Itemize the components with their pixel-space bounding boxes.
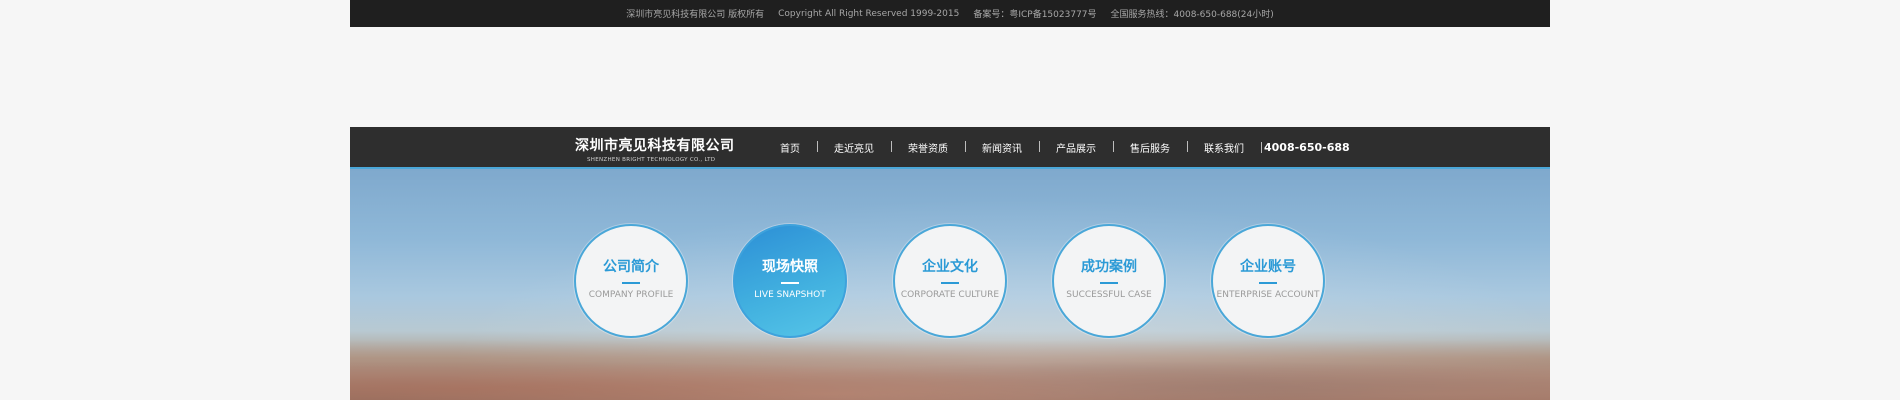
circle-subtitle: LIVE SNAPSHOT <box>754 290 826 300</box>
footer-bar: 深圳市亮见科技有限公司 版权所有 Copyright All Right Res… <box>350 0 1550 27</box>
circle-corporate-culture[interactable]: 企业文化 CORPORATE CULTURE <box>893 224 1007 338</box>
copyright-en: Copyright All Right Reserved 1999-2015 <box>778 8 960 19</box>
circle-company-profile[interactable]: 公司简介 COMPANY PROFILE <box>574 224 688 338</box>
circle-divider <box>622 282 640 284</box>
circle-divider <box>1100 282 1118 284</box>
nav-item-contact[interactable]: 联系我们 <box>1187 140 1261 155</box>
circle-subtitle: COMPANY PROFILE <box>588 290 674 300</box>
circle-subtitle: ENTERPRISE ACCOUNT <box>1216 290 1320 300</box>
main-nav: 深圳市亮见科技有限公司 SHENZHEN BRIGHT TECHNOLOGY C… <box>350 127 1550 169</box>
circle-divider <box>1259 282 1277 284</box>
circle-title: 企业账号 <box>1240 259 1296 275</box>
company-logo[interactable]: 深圳市亮见科技有限公司 SHENZHEN BRIGHT TECHNOLOGY C… <box>575 135 735 163</box>
nav-item-service[interactable]: 售后服务 <box>1113 140 1187 155</box>
nav-phone: 4008-650-688 <box>1261 141 1367 154</box>
service-hotline: 全国服务热线：4008-650-688(24小时) <box>1110 10 1274 20</box>
nav-item-products[interactable]: 产品展示 <box>1039 140 1113 155</box>
circle-divider <box>941 282 959 284</box>
nav-item-news[interactable]: 新闻资讯 <box>965 140 1039 155</box>
copyright-cn: 深圳市亮见科技有限公司 版权所有 <box>626 10 765 20</box>
circle-successful-case[interactable]: 成功案例 SUCCESSFUL CASE <box>1052 224 1166 338</box>
nav-item-about[interactable]: 走近亮见 <box>817 140 891 155</box>
logo-name-en: SHENZHEN BRIGHT TECHNOLOGY CO., LTD <box>587 157 716 163</box>
circle-enterprise-account[interactable]: 企业账号 ENTERPRISE ACCOUNT <box>1211 224 1325 338</box>
nav-item-home[interactable]: 首页 <box>780 140 817 155</box>
circle-title: 成功案例 <box>1081 259 1137 275</box>
logo-name-cn: 深圳市亮见科技有限公司 <box>575 138 735 154</box>
circle-subtitle: CORPORATE CULTURE <box>900 290 1000 300</box>
section-circles: 公司简介 COMPANY PROFILE 现场快照 LIVE SNAPSHOT … <box>350 224 1550 338</box>
circle-live-snapshot[interactable]: 现场快照 LIVE SNAPSHOT <box>733 224 847 338</box>
hero-section: 深圳市亮见科技有限公司 SHENZHEN BRIGHT TECHNOLOGY C… <box>350 127 1550 400</box>
circle-title: 公司简介 <box>603 259 659 275</box>
circle-divider <box>781 282 799 284</box>
nav-item-honors[interactable]: 荣誉资质 <box>891 140 965 155</box>
circle-title: 现场快照 <box>762 259 818 275</box>
nav-menu: 首页 走近亮见 荣誉资质 新闻资讯 产品展示 售后服务 联系我们 4008-65… <box>780 127 1367 167</box>
circle-title: 企业文化 <box>922 259 978 275</box>
icp-record: 备案号：粤ICP备15023777号 <box>973 10 1097 20</box>
circle-subtitle: SUCCESSFUL CASE <box>1066 290 1152 300</box>
